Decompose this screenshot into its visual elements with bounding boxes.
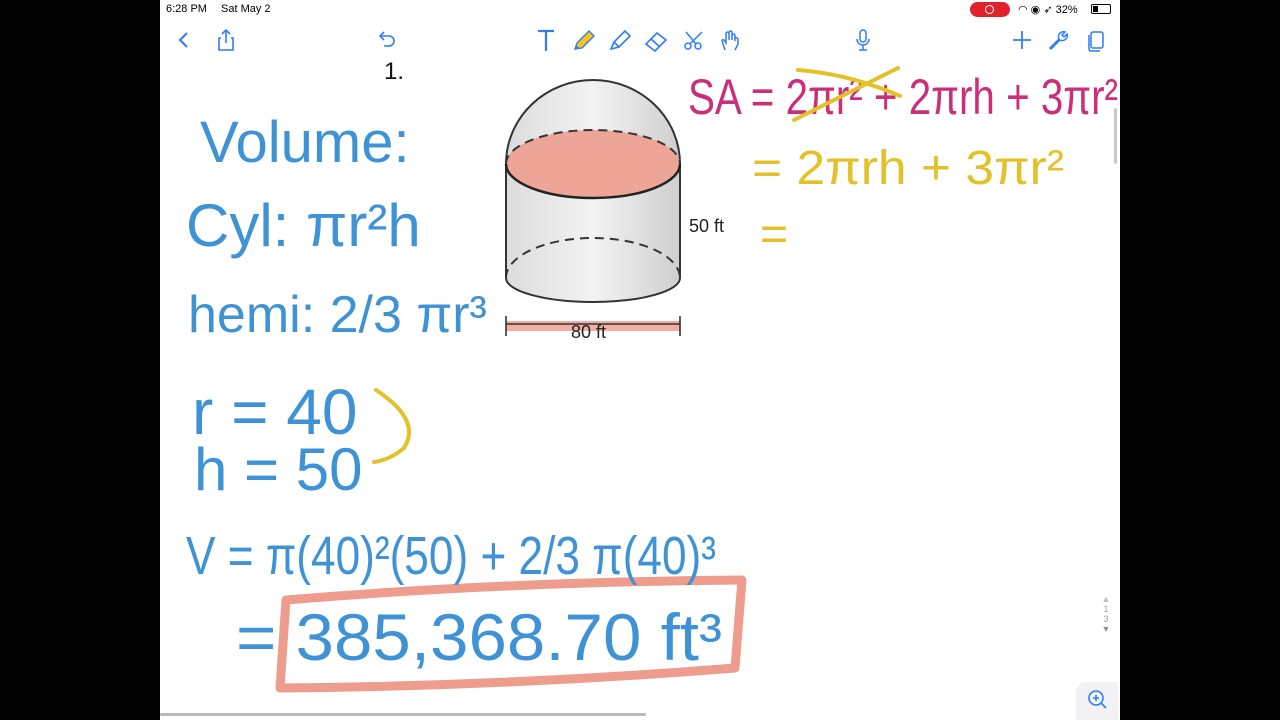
page-down-arrow-icon[interactable]: ▼ (1098, 624, 1114, 634)
pages-icon[interactable] (1082, 26, 1110, 54)
undo-icon[interactable] (372, 26, 400, 54)
width-label: 80 ft (571, 322, 607, 342)
vertical-scrollbar[interactable] (1114, 108, 1117, 164)
zoom-magnifier-icon (1088, 690, 1107, 709)
status-time: 6:28 PM (166, 3, 207, 15)
radius-value: r = 40 (192, 376, 357, 448)
surface-area-line-3: = (760, 208, 788, 261)
status-date: Sat May 2 (221, 3, 271, 15)
wrench-icon[interactable] (1044, 26, 1072, 54)
current-page: 1 (1103, 604, 1109, 614)
lock-rotation-icon: ◉ (1030, 4, 1041, 16)
volume-title: Volume: (200, 110, 410, 175)
add-icon[interactable] (1008, 26, 1036, 54)
battery-fill (1093, 6, 1099, 12)
system-status: ◠ ◉ ➶ 32% (1018, 3, 1078, 16)
volume-result: = 385,368.70 ft³ (236, 600, 722, 674)
strike-through (792, 66, 902, 122)
battery-percent: 32% (1055, 4, 1078, 16)
wifi-icon: ◠ (1018, 4, 1028, 16)
battery-icon (1091, 4, 1111, 14)
text-tool-icon[interactable] (532, 26, 560, 54)
back-chevron-icon[interactable] (170, 26, 198, 54)
total-pages: 3 (1103, 614, 1109, 624)
microphone-icon[interactable] (849, 26, 877, 54)
pen-tool-icon[interactable] (570, 26, 598, 54)
toolbar (160, 22, 1120, 58)
lasso-scissors-icon[interactable] (680, 26, 708, 54)
page-up-arrow-icon[interactable]: ▲ (1098, 594, 1114, 604)
cylinder-hemisphere-figure (504, 79, 682, 336)
surface-area-line-2: = 2πrh + 3πr² (752, 142, 1064, 195)
highlighter-icon[interactable] (606, 26, 634, 54)
share-icon[interactable] (212, 26, 240, 54)
zoom-button[interactable] (1076, 682, 1118, 720)
cylinder-formula: Cyl: πr²h (186, 192, 421, 259)
hemisphere-formula: hemi: 2/3 πr³ (188, 286, 487, 344)
eraser-icon[interactable] (642, 26, 670, 54)
height-label: 50 ft (689, 216, 725, 236)
horizontal-scrollbar[interactable] (160, 713, 646, 716)
notes-app-screen: 6:28 PM Sat May 2 ◠ ◉ ➶ 32% 1. 50 ft 80 … (160, 0, 1120, 720)
gesture-hand-icon[interactable] (716, 26, 744, 54)
screen-recording-indicator-icon[interactable] (970, 2, 1010, 17)
height-value: h = 50 (194, 436, 363, 503)
problem-number: 1. (384, 58, 405, 85)
location-icon: ➶ (1043, 4, 1053, 16)
page-indicator[interactable]: ▲ 1 3 ▼ (1098, 594, 1114, 658)
volume-equation: V = π(40)²(50) + 2/3 π(40)³ (186, 526, 716, 586)
grouping-brace (372, 388, 411, 464)
status-bar: 6:28 PM Sat May 2 ◠ ◉ ➶ 32% (160, 0, 1120, 20)
